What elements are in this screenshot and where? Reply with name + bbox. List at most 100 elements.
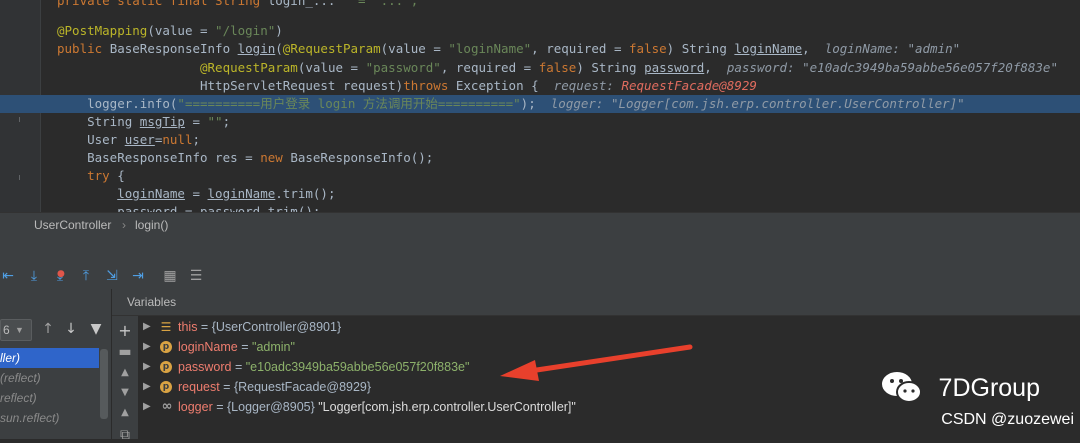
code-token: public <box>57 41 110 56</box>
code-line[interactable]: User user=null; <box>0 131 1080 149</box>
code-token: loginName <box>117 186 185 201</box>
chevron-down-icon: ▼ <box>15 325 24 335</box>
copy-icon[interactable]: ⧉ <box>118 428 132 442</box>
watermark-brand: 7DGroup <box>938 374 1040 402</box>
drop-frame-icon[interactable]: ⇲ <box>104 268 120 284</box>
code-line[interactable]: loginName = loginName.trim(); <box>0 185 1080 203</box>
code-token: (value = <box>147 23 216 38</box>
code-token: false <box>629 41 667 56</box>
trace-icon[interactable]: ☰ <box>188 268 204 284</box>
code-token: = "..."; <box>358 0 419 8</box>
variables-header: Variables <box>112 289 1080 316</box>
force-step-into-icon[interactable]: ● <box>57 266 65 282</box>
expand-arrow-icon[interactable]: ▶ <box>143 377 151 397</box>
code-token: password <box>644 60 705 75</box>
code-token: @RequestParam <box>200 60 298 75</box>
step-over-icon[interactable]: ⤓ <box>26 268 42 284</box>
add-watch-icon[interactable]: + <box>118 323 132 339</box>
code-line[interactable]: logger.info("==========用户登录 login 方法调用开始… <box>0 95 1080 113</box>
code-token: @PostMapping <box>57 23 148 38</box>
code-token: logger.info( <box>57 96 178 111</box>
code-line[interactable]: public BaseResponseInfo login(@RequestPa… <box>0 40 1080 58</box>
code-token: loginName <box>207 186 276 201</box>
code-token: new <box>260 150 291 165</box>
variable-ref: {RequestFacade@8929} <box>233 380 372 394</box>
wechat-logo-icon <box>882 372 922 403</box>
expand-arrow-icon[interactable]: ▶ <box>143 317 151 337</box>
watermark-credit: CSDN @zuozewei <box>941 411 1074 428</box>
expand-arrow-icon[interactable]: ▶ <box>143 397 151 417</box>
step-out-icon[interactable]: ⤒ <box>78 268 94 284</box>
expand-arrow-icon[interactable]: ▶ <box>143 337 151 357</box>
code-line-text: String msgTip = ""; <box>57 113 230 131</box>
code-token: ) String <box>576 60 645 75</box>
code-line-text: loginName = loginName.trim(); <box>57 185 335 203</box>
filter-icon[interactable]: ▼ <box>88 321 104 337</box>
expand-arrow-icon[interactable]: ▶ <box>143 357 151 377</box>
variable-name: loginName <box>178 340 238 354</box>
code-token: User <box>57 132 125 147</box>
variable-eq: = <box>231 360 246 374</box>
variable-value: "admin" <box>252 340 295 354</box>
code-token: null <box>162 132 193 147</box>
code-line[interactable]: BaseResponseInfo res = new BaseResponseI… <box>0 149 1080 167</box>
code-line[interactable]: password = password.trim(); <box>0 203 1080 212</box>
code-token: login <box>237 41 276 56</box>
expand-icon[interactable]: ▲ <box>118 406 132 420</box>
parameter-icon: p <box>160 361 172 373</box>
inline-debug-value: password: "e10adc3949ba59abbe56e057f20f8… <box>726 60 1058 75</box>
object-icon: ☰ <box>160 320 172 334</box>
code-line-text: @RequestParam(value = "password", requir… <box>57 59 1058 77</box>
code-editor[interactable]: private static final String login_... = … <box>0 0 1080 212</box>
frames-scrollbar[interactable] <box>100 349 108 419</box>
frame-up-icon[interactable]: ↑ <box>40 321 56 337</box>
frame-down-icon[interactable]: ↓ <box>63 321 79 337</box>
code-token: .trim(); <box>275 186 336 201</box>
inline-debug-value: RequestFacade@8929 <box>621 78 757 93</box>
breadcrumb-class[interactable]: UserController <box>34 213 111 237</box>
code-line-text: User user=null; <box>57 131 200 149</box>
code-line-text: password = password.trim(); <box>57 203 320 212</box>
parameter-icon: p <box>160 381 172 393</box>
code-token: , required = <box>440 60 539 75</box>
variable-eq: = <box>212 400 227 414</box>
code-token: private static final String <box>57 0 268 8</box>
frame-item[interactable]: ller) <box>0 348 99 368</box>
run-to-cursor-icon[interactable]: ⇥ <box>130 268 146 284</box>
parameter-icon: p <box>160 341 172 353</box>
code-token: login_... <box>267 0 359 8</box>
code-line[interactable]: @RequestParam(value = "password", requir… <box>0 59 1080 77</box>
move-up-icon[interactable]: ▲ <box>118 366 132 380</box>
code-line[interactable]: try { <box>0 167 1080 185</box>
variable-ref: {Logger@8905} <box>227 400 319 414</box>
debug-panel-header <box>0 237 1080 264</box>
thread-selector[interactable]: 6 ▼ <box>0 319 32 341</box>
variables-title: Variables <box>127 295 177 309</box>
move-down-icon[interactable]: ▼ <box>118 386 132 400</box>
code-token: ) <box>275 23 283 38</box>
code-line-text: @PostMapping(value = "/login") <box>57 22 283 40</box>
annotation-arrow-icon <box>500 344 693 381</box>
code-token: ) String <box>666 41 735 56</box>
code-token: { <box>117 168 125 183</box>
show-execution-point-icon[interactable]: ⇤ <box>0 268 16 284</box>
code-token: try <box>87 168 118 183</box>
variable-value: "e10adc3949ba59abbe56e057f20f883e" <box>245 360 470 374</box>
remove-watch-icon[interactable]: ▬ <box>118 345 132 359</box>
variable-eq: = <box>197 320 212 334</box>
code-token: ( <box>275 41 283 56</box>
frame-item[interactable]: sun.reflect) <box>0 408 99 428</box>
code-line[interactable]: @PostMapping(value = "/login") <box>0 22 1080 40</box>
code-token: BaseResponseInfo(); <box>290 150 434 165</box>
code-line[interactable]: String msgTip = ""; <box>0 113 1080 131</box>
code-token: "" <box>207 114 223 129</box>
code-token: @RequestParam <box>282 41 381 56</box>
evaluate-expression-icon[interactable]: ▦ <box>162 268 178 284</box>
code-line[interactable]: private static final String login_... = … <box>0 0 1080 10</box>
breadcrumb-method[interactable]: login() <box>135 213 168 237</box>
code-line[interactable]: HttpServletRequest request)throws Except… <box>0 77 1080 95</box>
frame-item[interactable]: (reflect) <box>0 368 99 388</box>
frame-item[interactable]: reflect) <box>0 388 99 408</box>
